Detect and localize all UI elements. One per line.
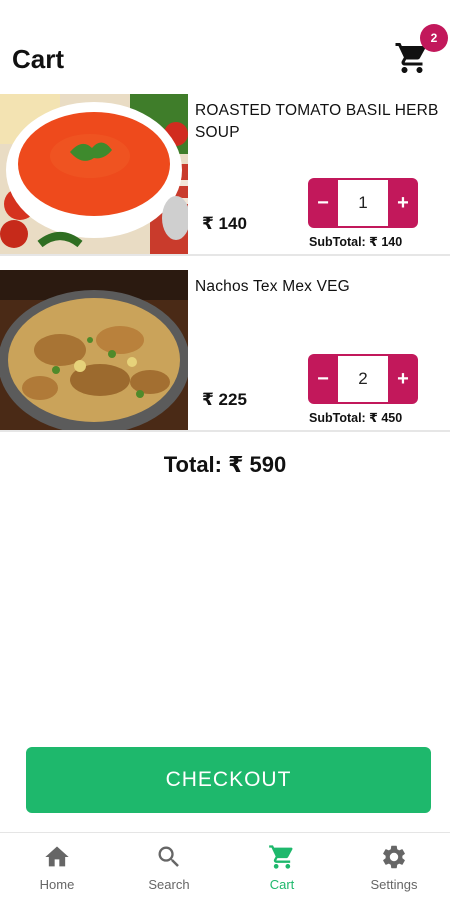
cart-total: Total: ₹ 590 <box>163 452 287 477</box>
tab-label: Search <box>148 877 190 892</box>
tab-label: Cart <box>269 877 295 892</box>
increase-quantity-button[interactable]: + <box>388 354 418 404</box>
item-image-tomato-soup <box>0 94 188 254</box>
item-price: ₹ 140 <box>202 214 247 233</box>
cart-item: Nachos Tex Mex VEG ₹ 225 − 2 + SubTotal:… <box>0 270 450 432</box>
tab-settings[interactable]: Settings <box>338 833 450 900</box>
home-icon <box>45 846 69 867</box>
item-subtotal: SubTotal: ₹ 140 <box>309 235 403 249</box>
page-title: Cart <box>12 44 65 74</box>
item-name: ROASTED TOMATO BASIL HERB SOUP <box>195 102 439 141</box>
tab-cart[interactable]: Cart <box>226 833 338 900</box>
tab-search[interactable]: Search <box>113 833 225 900</box>
cart-icon <box>269 845 293 869</box>
decrease-quantity-button[interactable]: − <box>308 178 338 228</box>
checkout-button[interactable]: CHECKOUT <box>26 747 431 813</box>
item-image-nachos <box>0 270 188 430</box>
decrease-quantity-button[interactable]: − <box>308 354 338 404</box>
quantity-value: 2 <box>338 356 388 402</box>
tab-label: Settings <box>370 877 418 892</box>
cart-count-badge: 2 <box>420 24 448 52</box>
quantity-value: 1 <box>338 180 388 226</box>
app-header: Cart 2 <box>0 0 450 92</box>
search-icon <box>158 846 179 867</box>
item-subtotal: SubTotal: ₹ 450 <box>309 411 403 425</box>
increase-quantity-button[interactable]: + <box>388 178 418 228</box>
quantity-stepper: − 1 + <box>308 178 418 228</box>
quantity-stepper: − 2 + <box>308 354 418 404</box>
tab-home[interactable]: Home <box>1 833 113 900</box>
tab-label: Home <box>39 877 75 892</box>
item-price: ₹ 225 <box>202 390 247 409</box>
bottom-navigation: Home Search Cart Settings <box>0 832 450 900</box>
item-name: Nachos Tex Mex VEG <box>195 278 350 295</box>
cart-item: ROASTED TOMATO BASIL HERB SOUP ₹ 140 − 1… <box>0 94 450 256</box>
gear-icon <box>383 845 405 869</box>
